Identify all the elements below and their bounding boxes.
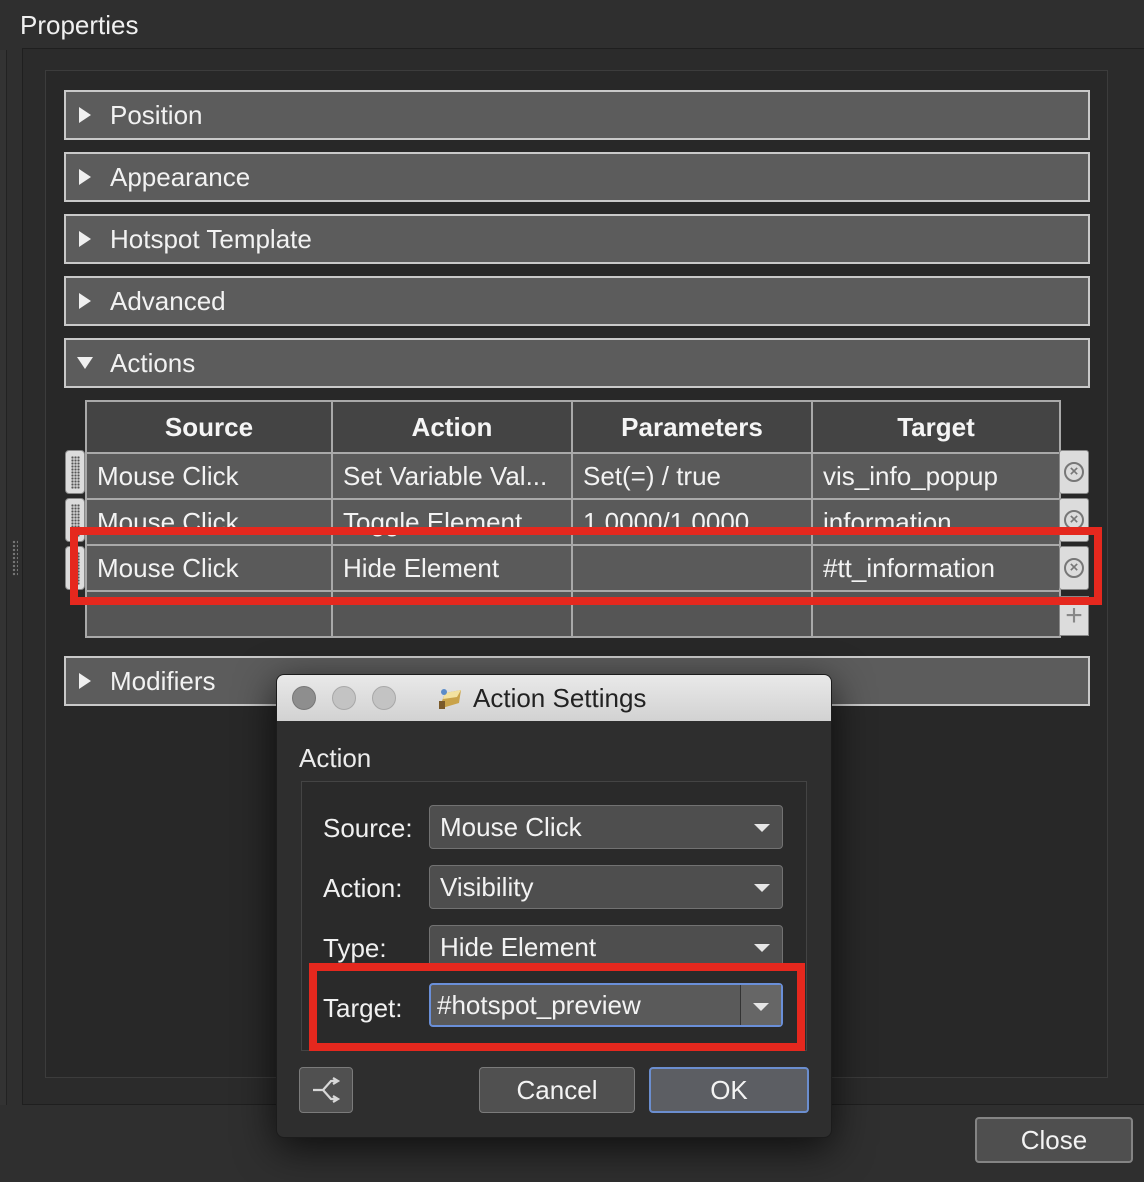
group-label: Action xyxy=(299,743,372,773)
column-header-action[interactable]: Action xyxy=(331,400,573,454)
cell-parameters[interactable] xyxy=(571,544,813,592)
type-label: Type: xyxy=(323,933,387,963)
section-appearance[interactable]: Appearance xyxy=(64,152,1090,202)
cell-source[interactable]: Mouse Click xyxy=(85,498,333,546)
app-icon xyxy=(437,687,463,711)
minimize-window-icon[interactable] xyxy=(332,686,356,710)
cell-source[interactable]: Mouse Click xyxy=(85,544,333,592)
dialog-titlebar[interactable]: Action Settings xyxy=(277,675,831,721)
expand-arrow-icon xyxy=(60,293,110,309)
row-drag-handle-icon[interactable] xyxy=(65,546,85,590)
chevron-down-icon xyxy=(754,944,770,952)
expand-arrow-icon xyxy=(60,169,110,185)
action-value: Visibility xyxy=(440,871,534,902)
remove-icon: × xyxy=(1064,558,1084,578)
section-label: Actions xyxy=(110,347,196,378)
row-drag-handle-icon[interactable] xyxy=(65,498,85,542)
chevron-down-icon xyxy=(754,884,770,892)
source-select[interactable]: Mouse Click xyxy=(429,805,783,849)
cell-empty[interactable] xyxy=(571,590,813,638)
expand-arrow-icon xyxy=(60,107,110,123)
cell-target[interactable]: information xyxy=(811,498,1061,546)
row-drag-handle-icon[interactable] xyxy=(65,450,85,494)
table-row[interactable]: Mouse Click Toggle Element ... 1.0000/1.… xyxy=(85,498,1061,546)
column-header-parameters[interactable]: Parameters xyxy=(571,400,813,454)
action-settings-dialog: Action Settings Action Source: Mouse Cli… xyxy=(276,674,832,1138)
section-advanced[interactable]: Advanced xyxy=(64,276,1090,326)
table-row[interactable]: Mouse Click Set Variable Val... Set(=) /… xyxy=(85,452,1061,500)
column-header-target[interactable]: Target xyxy=(811,400,1061,454)
type-value: Hide Element xyxy=(440,931,597,962)
plus-icon: + xyxy=(1065,599,1083,632)
type-select[interactable]: Hide Element xyxy=(429,925,783,969)
cell-empty[interactable] xyxy=(85,590,333,638)
section-label: Appearance xyxy=(110,161,251,192)
cancel-button[interactable]: Cancel xyxy=(479,1067,635,1113)
column-header-source[interactable]: Source xyxy=(85,400,333,454)
section-actions[interactable]: Actions xyxy=(64,338,1090,388)
delete-row-button[interactable]: × xyxy=(1059,498,1089,542)
delete-row-button[interactable]: × xyxy=(1059,450,1089,494)
target-combo-input[interactable]: #hotspot_preview xyxy=(429,983,783,1027)
cell-empty[interactable] xyxy=(331,590,573,638)
cell-action[interactable]: Set Variable Val... xyxy=(331,452,573,500)
expand-arrow-icon xyxy=(60,231,110,247)
actions-table: Source Action Parameters Target Mouse Cl… xyxy=(85,400,1061,638)
cell-action[interactable]: Toggle Element ... xyxy=(331,498,573,546)
divider xyxy=(740,985,741,1025)
window-title: Properties xyxy=(20,10,139,40)
table-row-empty[interactable] xyxy=(85,590,1061,638)
section-label: Position xyxy=(110,99,203,130)
section-label: Advanced xyxy=(110,285,226,316)
cell-empty[interactable] xyxy=(811,590,1061,638)
cell-parameters[interactable]: Set(=) / true xyxy=(571,452,813,500)
cell-target[interactable]: vis_info_popup xyxy=(811,452,1061,500)
cell-source[interactable]: Mouse Click xyxy=(85,452,333,500)
variable-tool-button[interactable] xyxy=(299,1067,353,1113)
section-label: Hotspot Template xyxy=(110,223,312,254)
expand-arrow-icon xyxy=(60,673,110,689)
section-hotspot-template[interactable]: Hotspot Template xyxy=(64,214,1090,264)
splitter-handle[interactable] xyxy=(0,50,7,1105)
delete-row-button[interactable]: × xyxy=(1059,546,1089,590)
cell-parameters[interactable]: 1.0000/1.0000 xyxy=(571,498,813,546)
zoom-window-icon[interactable] xyxy=(372,686,396,710)
action-label: Action: xyxy=(323,873,403,903)
add-row-button[interactable]: + xyxy=(1059,596,1089,636)
target-label: Target: xyxy=(323,993,403,1023)
dialog-title-wrap: Action Settings xyxy=(437,683,646,714)
cell-target[interactable]: #tt_information xyxy=(811,544,1061,592)
source-value: Mouse Click xyxy=(440,811,582,842)
dialog-title: Action Settings xyxy=(473,683,647,713)
source-label: Source: xyxy=(323,813,413,843)
branch-icon xyxy=(313,1077,341,1103)
remove-icon: × xyxy=(1064,510,1084,530)
splitter-grip-icon[interactable] xyxy=(12,540,18,576)
close-window-icon[interactable] xyxy=(292,686,316,710)
table-header-row: Source Action Parameters Target xyxy=(85,400,1061,454)
chevron-down-icon xyxy=(754,824,770,832)
action-select[interactable]: Visibility xyxy=(429,865,783,909)
close-button[interactable]: Close xyxy=(975,1117,1133,1163)
section-position[interactable]: Position xyxy=(64,90,1090,140)
target-value[interactable]: #hotspot_preview xyxy=(437,990,641,1021)
section-label: Modifiers xyxy=(110,665,216,696)
cell-action[interactable]: Hide Element xyxy=(331,544,573,592)
table-row-selected[interactable]: Mouse Click Hide Element #tt_information xyxy=(85,544,1061,592)
collapse-arrow-icon xyxy=(60,357,110,369)
ok-button[interactable]: OK xyxy=(649,1067,809,1113)
remove-icon: × xyxy=(1064,462,1084,482)
chevron-down-icon xyxy=(753,1003,769,1011)
